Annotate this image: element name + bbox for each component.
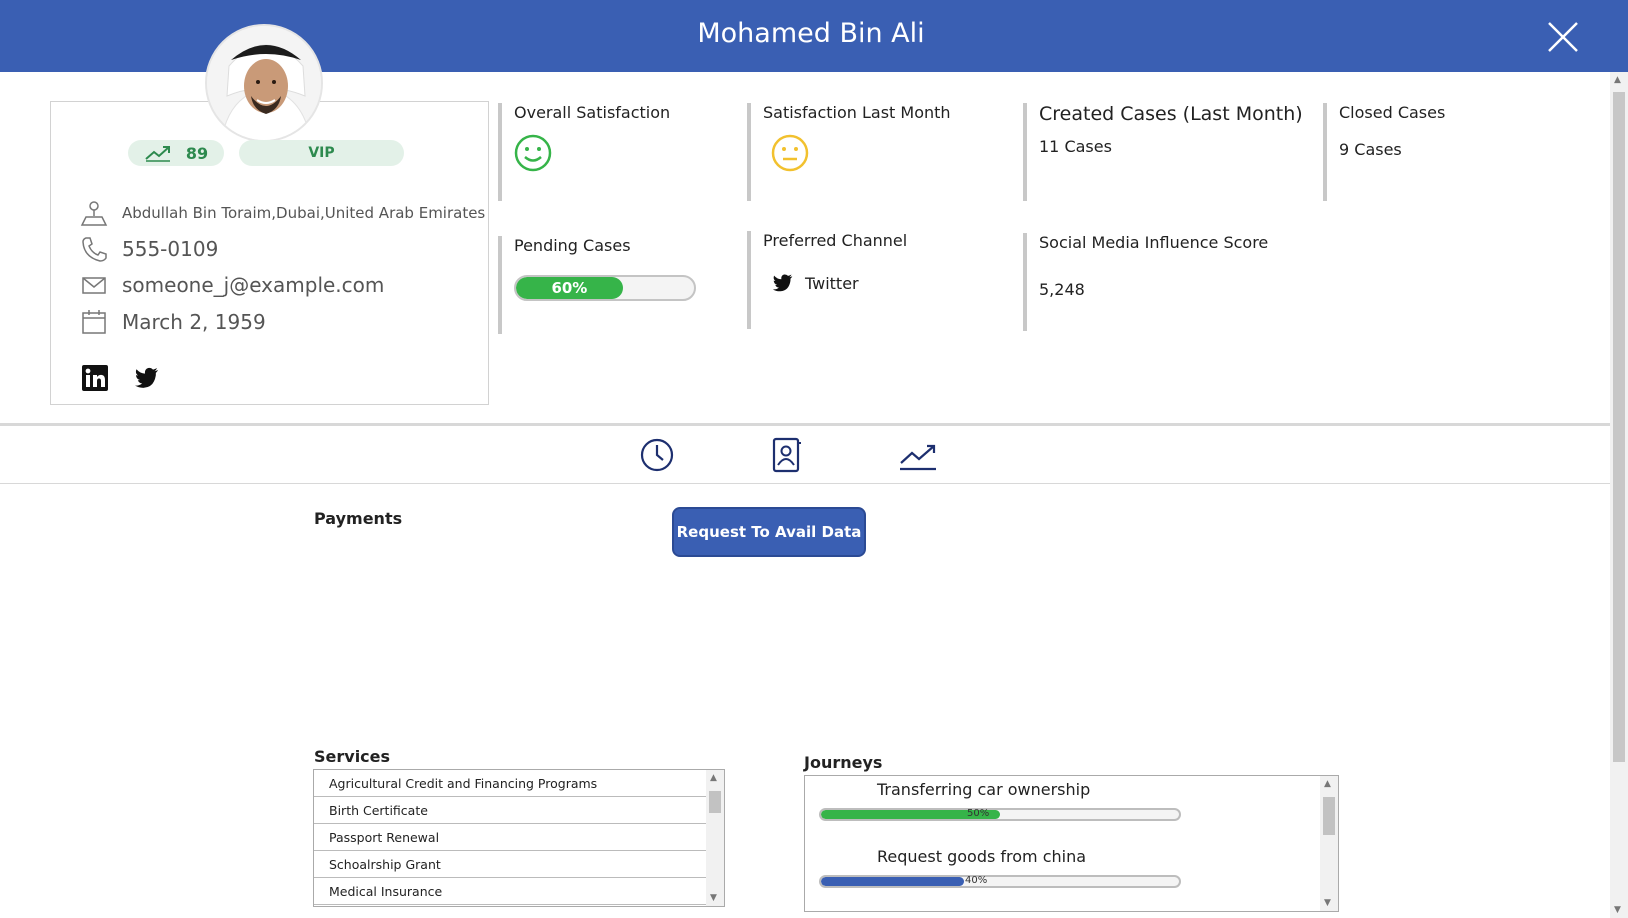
- journey-progress-fill: [821, 877, 965, 886]
- mail-icon: [82, 277, 106, 294]
- created-cases-kpi: Created Cases (Last Month) 11 Cases: [1023, 103, 1303, 201]
- journeys-scroll-thumb[interactable]: [1323, 797, 1335, 835]
- birthdate-row: March 2, 1959: [80, 308, 266, 336]
- location-icon: [80, 201, 108, 226]
- list-item[interactable]: Schoalrship Grant: [314, 851, 706, 878]
- clock-icon[interactable]: [638, 437, 678, 473]
- overall-satisfaction-kpi: Overall Satisfaction: [498, 103, 670, 201]
- journeys-list[interactable]: Transferring car ownership 50% Request g…: [804, 775, 1339, 912]
- journey-pct: 50%: [967, 808, 990, 819]
- pending-cases-fill: 60%: [516, 277, 623, 299]
- tabs-divider: [0, 483, 1610, 484]
- services-list[interactable]: Agricultural Credit and Financing Progra…: [313, 769, 725, 907]
- linkedin-icon[interactable]: [82, 365, 108, 391]
- satisfaction-last-month-label: Satisfaction Last Month: [763, 103, 951, 122]
- preferred-channel-label: Preferred Channel: [763, 231, 908, 250]
- list-item[interactable]: Birth Certificate: [314, 797, 706, 824]
- contact-book-icon[interactable]: [766, 437, 806, 473]
- journey-name: Transferring car ownership: [877, 780, 1091, 799]
- scroll-up-icon[interactable]: ▲: [710, 773, 717, 783]
- pending-cases-progress: 60%: [514, 275, 696, 301]
- scroll-up-icon[interactable]: ▲: [1324, 779, 1331, 789]
- score-value: 89: [185, 143, 209, 163]
- birthdate-text: March 2, 1959: [122, 310, 266, 334]
- close-icon[interactable]: [1546, 20, 1580, 54]
- journey-progress: [819, 875, 1181, 888]
- trend-icon[interactable]: [898, 437, 938, 473]
- phone-row: 555-0109: [80, 235, 218, 263]
- created-cases-label: Created Cases (Last Month): [1039, 103, 1303, 125]
- scroll-down-icon[interactable]: ▼: [1614, 905, 1621, 915]
- address-row: Abdullah Bin Toraim,Dubai,United Arab Em…: [80, 199, 485, 227]
- page-scrollbar[interactable]: ▲ ▼: [1610, 72, 1628, 918]
- score-badge: 89: [128, 140, 224, 166]
- closed-cases-label: Closed Cases: [1339, 103, 1446, 122]
- closed-cases-value: 9 Cases: [1339, 140, 1402, 159]
- phone-text: 555-0109: [122, 237, 219, 261]
- email-text: someone_j@example.com: [122, 273, 385, 297]
- preferred-channel-kpi: Preferred Channel Twitter: [747, 231, 907, 329]
- overall-satisfaction-label: Overall Satisfaction: [514, 103, 671, 122]
- journeys-scrollbar[interactable]: ▲ ▼: [1320, 776, 1338, 911]
- smiley-happy-icon: [514, 134, 552, 172]
- email-row: someone_j@example.com: [80, 271, 384, 299]
- journey-name: Request goods from china: [877, 847, 1087, 866]
- twitter-icon: [772, 274, 793, 292]
- twitter-icon[interactable]: [134, 365, 160, 391]
- social-influence-value: 5,248: [1039, 280, 1085, 299]
- vip-badge: VIP: [239, 140, 404, 166]
- satisfaction-last-month-kpi: Satisfaction Last Month: [747, 103, 951, 201]
- avatar: [205, 24, 323, 142]
- services-title: Services: [314, 747, 391, 766]
- payments-title: Payments: [314, 509, 403, 528]
- pending-cases-label: Pending Cases: [514, 236, 631, 255]
- scroll-down-icon[interactable]: ▼: [710, 893, 717, 903]
- list-item[interactable]: Passport Renewal: [314, 824, 706, 851]
- calendar-icon: [82, 310, 106, 334]
- smiley-neutral-icon: [771, 134, 809, 172]
- services-scrollbar[interactable]: ▲ ▼: [706, 770, 724, 906]
- list-item[interactable]: Agricultural Credit and Financing Progra…: [314, 770, 706, 797]
- services-scroll-thumb[interactable]: [709, 791, 721, 813]
- list-item[interactable]: Medical Insurance: [314, 878, 706, 905]
- phone-icon: [82, 237, 107, 262]
- social-influence-label: Social Media Influence Score: [1039, 233, 1269, 252]
- preferred-channel-row: Twitter: [771, 272, 907, 294]
- journeys-title: Journeys: [804, 753, 883, 772]
- scroll-down-icon[interactable]: ▼: [1324, 898, 1331, 908]
- trend-icon: [145, 146, 170, 162]
- request-avail-data-button[interactable]: Request To Avail Data: [672, 507, 866, 557]
- preferred-channel-value: Twitter: [805, 273, 859, 293]
- created-cases-value: 11 Cases: [1039, 137, 1112, 156]
- journey-progress: [819, 808, 1181, 821]
- scroll-up-icon[interactable]: ▲: [1614, 75, 1621, 85]
- journey-pct: 40%: [965, 875, 988, 886]
- page-scroll-thumb[interactable]: [1613, 92, 1625, 762]
- address-text: Abdullah Bin Toraim,Dubai,United Arab Em…: [122, 204, 486, 222]
- social-influence-kpi: Social Media Influence Score 5,248: [1023, 233, 1268, 331]
- section-divider: [0, 423, 1610, 426]
- closed-cases-kpi: Closed Cases 9 Cases: [1323, 103, 1445, 201]
